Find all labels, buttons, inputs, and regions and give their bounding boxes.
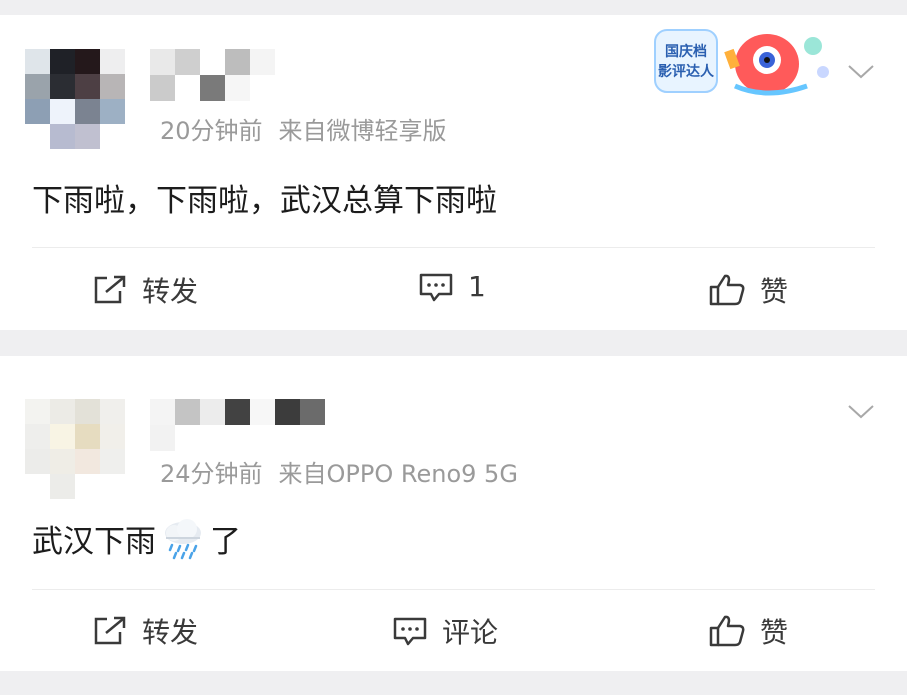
- share-icon: [94, 616, 126, 645]
- movie-critic-badge-icon: 国庆档 影评达人: [654, 29, 829, 96]
- post-time: 24分钟前: [160, 460, 263, 488]
- post-meta: 20分钟前 来自微博轻享版: [160, 111, 447, 146]
- share-icon: [94, 275, 126, 304]
- avatar-pixelated[interactable]: [25, 399, 125, 499]
- comment-label: 评论: [442, 616, 499, 649]
- repost-label: 转发: [142, 275, 199, 308]
- divider: [32, 247, 875, 248]
- like-button[interactable]: 赞: [708, 270, 788, 310]
- avatar-pixelated[interactable]: [25, 49, 125, 149]
- post-content[interactable]: 武汉下雨 了: [32, 516, 241, 561]
- post-text: 下雨啦，下雨啦，武汉总算下雨啦: [32, 183, 497, 219]
- comment-count: 1: [468, 270, 486, 303]
- chevron-down-icon[interactable]: [847, 64, 875, 80]
- username-pixelated[interactable]: [150, 399, 325, 425]
- comment-icon: [393, 617, 427, 646]
- post-source[interactable]: 来自OPPO Reno9 5G: [279, 460, 518, 488]
- post-content[interactable]: 下雨啦，下雨啦，武汉总算下雨啦: [32, 175, 497, 220]
- chevron-down-icon[interactable]: [847, 404, 875, 420]
- username-pixelated-row2: [150, 75, 250, 101]
- comment-icon: [419, 273, 453, 301]
- username-pixelated[interactable]: [150, 49, 275, 75]
- svg-text:国庆档: 国庆档: [665, 43, 707, 60]
- post-time: 20分钟前: [160, 117, 263, 145]
- repost-button[interactable]: 转发: [92, 611, 198, 651]
- weibo-post-card: 国庆档 影评达人 20分钟前 来自微博轻享版 下雨啦，下雨啦，武汉总算下雨啦 转发: [0, 15, 907, 330]
- thumbs-up-icon: [709, 274, 745, 306]
- post-source[interactable]: 来自微博轻享版: [279, 117, 447, 145]
- repost-label: 转发: [142, 616, 199, 649]
- like-label: 赞: [760, 616, 789, 649]
- rain-cloud-icon: [165, 518, 201, 559]
- weibo-post-card: 24分钟前 来自OPPO Reno9 5G 武汉下雨 了 转发 评论 赞: [0, 356, 907, 671]
- comment-button[interactable]: 评论: [392, 611, 498, 651]
- like-label: 赞: [760, 275, 789, 308]
- post-text-before: 武汉下雨: [32, 524, 156, 560]
- username-pixelated-row2: [150, 425, 200, 451]
- repost-button[interactable]: 转发: [92, 270, 198, 310]
- like-button[interactable]: 赞: [708, 611, 788, 651]
- comment-button[interactable]: 1: [418, 270, 486, 303]
- post-text-after: 了: [210, 524, 241, 560]
- divider: [32, 589, 875, 590]
- post-meta: 24分钟前 来自OPPO Reno9 5G: [160, 454, 518, 489]
- svg-text:影评达人: 影评达人: [658, 63, 715, 80]
- thumbs-up-icon: [709, 615, 745, 647]
